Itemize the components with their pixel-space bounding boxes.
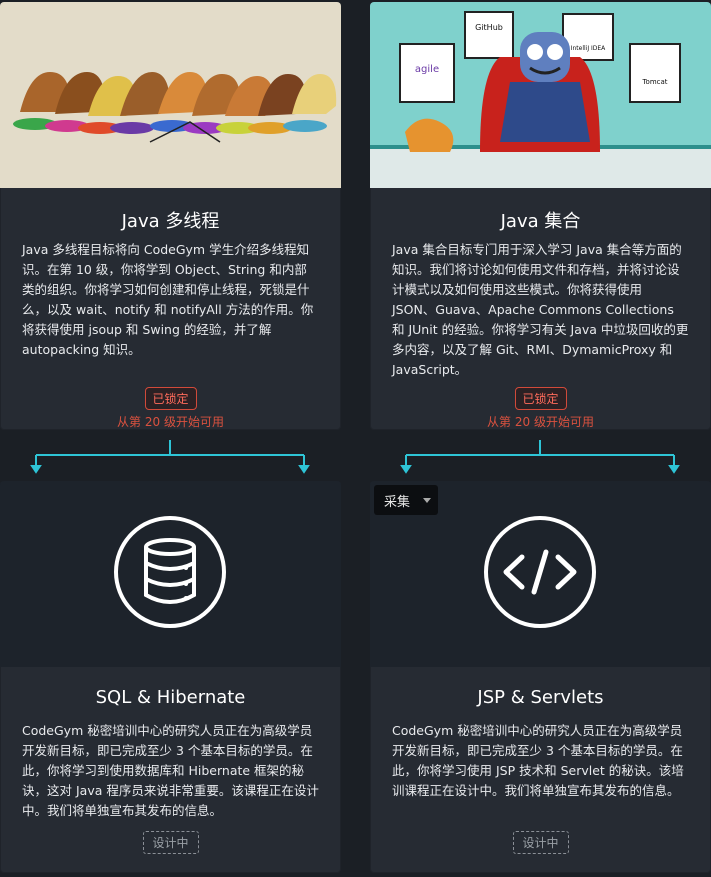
course-title: Java 集合 xyxy=(500,211,581,232)
database-illustration xyxy=(0,481,341,667)
course-card-java-multithreading[interactable]: Java 多线程 Java 多线程目标将向 CodeGym 学生介绍多线程知识。… xyxy=(0,2,341,430)
agile-badge: agile xyxy=(415,64,439,75)
course-title: SQL & Hibernate xyxy=(95,687,246,708)
github-badge: GitHub xyxy=(475,23,503,32)
collect-dropdown[interactable]: 采集 xyxy=(374,485,438,515)
unlock-level-note: 从第 20 级开始可用 xyxy=(117,415,224,429)
arrow-down-icon xyxy=(298,465,310,474)
course-card-java-collections[interactable]: GitHub IntelliJ IDEA agile Tomcat Java 集… xyxy=(370,2,711,430)
in-design-badge: 设计中 xyxy=(512,831,569,854)
intellij-badge: IntelliJ IDEA xyxy=(571,45,606,52)
arrow-down-icon xyxy=(400,465,412,474)
course-title: Java 多线程 xyxy=(121,211,220,232)
course-description: Java 集合目标专门用于深入学习 Java 集合等方面的知识。我们将讨论如何使… xyxy=(392,242,689,377)
tomcat-badge: Tomcat xyxy=(641,78,667,86)
dropdown-label: 采集 xyxy=(384,494,411,510)
arrow-down-icon xyxy=(668,465,680,474)
database-icon xyxy=(114,516,226,628)
course-description: CodeGym 秘密培训中心的研究人员正在为高级学员开发新目标，即已完成至少 3… xyxy=(22,723,319,818)
arrow-down-icon xyxy=(30,465,42,474)
course-card-sql-hibernate[interactable]: SQL & Hibernate CodeGym 秘密培训中心的研究人员正在为高级… xyxy=(0,481,341,873)
branch-connectors xyxy=(30,440,680,474)
robot-illustration: GitHub IntelliJ IDEA agile Tomcat xyxy=(370,2,711,188)
locked-button[interactable]: 已锁定 xyxy=(514,387,567,410)
unlock-level-note: 从第 20 级开始可用 xyxy=(487,415,594,429)
course-description: CodeGym 秘密培训中心的研究人员正在为高级学员开发新目标，即已完成至少 3… xyxy=(392,723,684,798)
in-design-badge: 设计中 xyxy=(142,831,199,854)
locked-button[interactable]: 已锁定 xyxy=(144,387,197,410)
chevron-down-icon xyxy=(423,497,431,503)
dogs-illustration xyxy=(0,2,341,188)
course-description: Java 多线程目标将向 CodeGym 学生介绍多线程知识。在第 10 级，你… xyxy=(22,242,314,357)
course-card-jsp-servlets[interactable]: JSP & Servlets CodeGym 秘密培训中心的研究人员正在为高级学… xyxy=(370,481,711,873)
course-title: JSP & Servlets xyxy=(477,687,604,708)
